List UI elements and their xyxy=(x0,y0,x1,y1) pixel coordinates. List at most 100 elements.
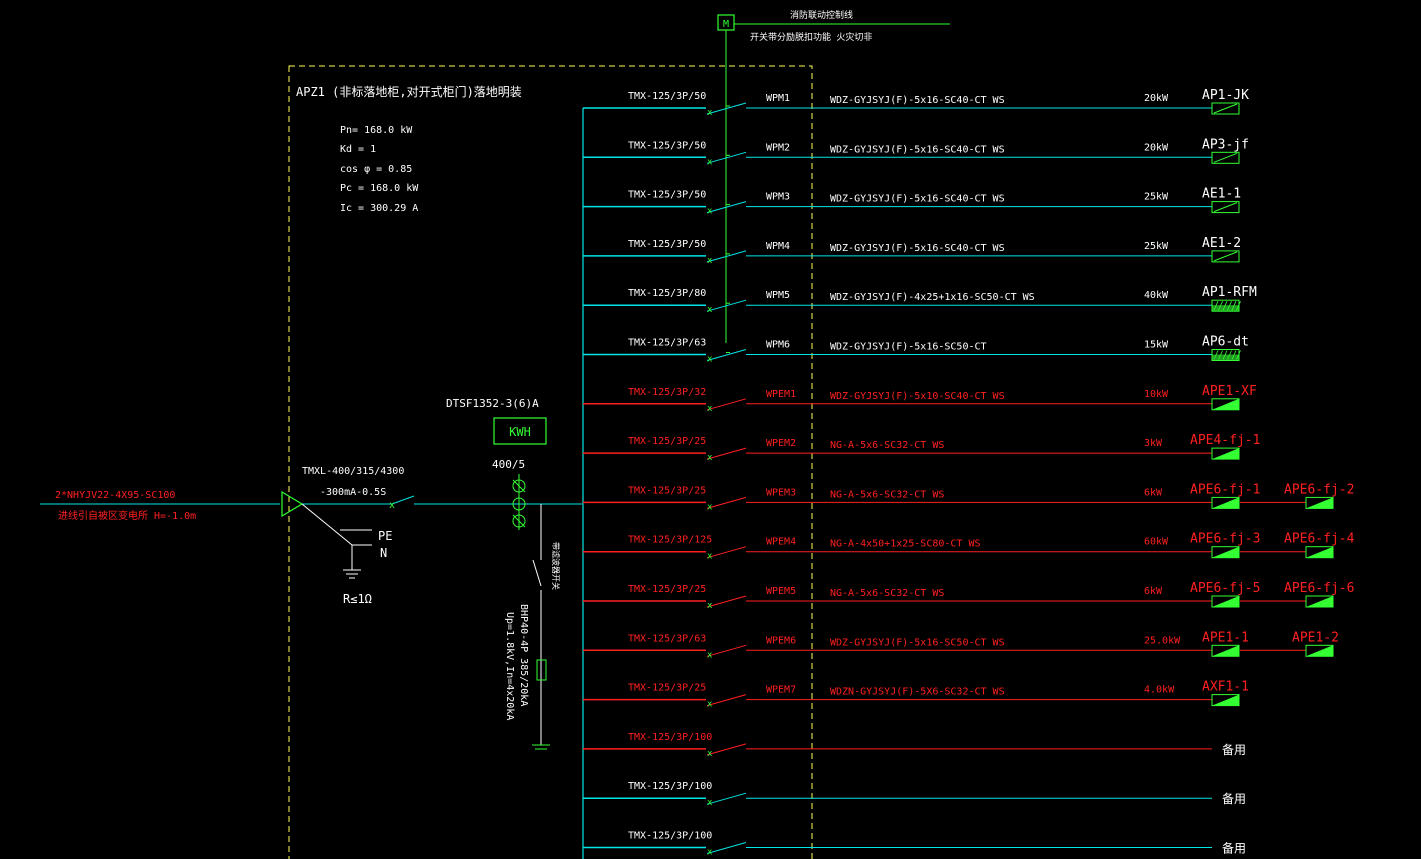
breaker-label: TMX-125/3P/100 xyxy=(628,732,712,743)
breaker-x-mark: x xyxy=(707,305,713,315)
circuit-load: 25kW xyxy=(1144,241,1169,252)
box-diagonal-icon xyxy=(1213,103,1238,114)
target-panel-label: APE6-fj-5 xyxy=(1190,581,1260,596)
main-breaker-x: x xyxy=(389,500,395,511)
target-panel-label: APE4-fj-1 xyxy=(1190,433,1260,448)
circuit-id: WPM6 xyxy=(766,340,790,351)
target-panel-label: APE6-fj-2 xyxy=(1284,482,1354,497)
breaker-label: TMX-125/3P/125 xyxy=(628,535,712,546)
control-line-label: 消防联动控制线 xyxy=(790,9,853,21)
hatched-box-fill-icon xyxy=(1212,305,1239,312)
circuit-load: 10kW xyxy=(1144,389,1169,400)
breaker-switch xyxy=(706,398,747,411)
fire-box-fill-icon xyxy=(1212,497,1239,509)
breaker-switch xyxy=(706,644,747,657)
pe-n-branch xyxy=(301,503,353,546)
breaker-switch xyxy=(706,447,747,460)
breaker-x-mark: x xyxy=(707,552,713,562)
spare-label: 备用 xyxy=(1222,743,1246,757)
current-transformer-icon xyxy=(512,474,526,530)
fire-box-fill-icon xyxy=(1212,398,1239,410)
circuit-id: WPM4 xyxy=(766,241,790,252)
breaker-label: TMX-125/3P/100 xyxy=(628,831,712,842)
main-breaker-model: TMXL-400/315/4300 xyxy=(302,466,404,477)
breaker-x-mark: x xyxy=(707,650,713,660)
cable-spec: WDZ-GYJSYJ(F)-5x16-SC40-CT WS xyxy=(830,243,1005,254)
outgoing-circuits: TMX-125/3P/50xWPM1 WDZ-GYJSYJ(F)-5x16-SC4… xyxy=(583,88,1355,858)
breaker-x-mark: x xyxy=(707,108,713,118)
breaker-x-mark: x xyxy=(707,256,713,266)
breaker-label: TMX-125/3P/25 xyxy=(628,436,706,447)
breaker-label: TMX-125/3P/80 xyxy=(628,288,706,299)
param-kd: Kd = 1 xyxy=(340,144,376,155)
target-panel-label: APE6-fj-6 xyxy=(1284,581,1354,596)
cable-spec: NG-A-5x6-SC32-CT WS xyxy=(830,489,944,500)
circuit-id: WPM3 xyxy=(766,192,790,203)
breaker-x-mark: x xyxy=(707,848,713,858)
spd-params: Up=1.8kV,In=4x20kA xyxy=(504,612,515,720)
incoming-arrow-icon xyxy=(281,490,304,518)
circuit-id: WPEM7 xyxy=(766,685,796,696)
param-ic: Ic = 300.29 A xyxy=(340,203,418,214)
target-panel-label: AP1-RFM xyxy=(1202,285,1257,300)
fire-box-fill-icon xyxy=(1306,497,1333,509)
target-panel-label: AP1-JK xyxy=(1202,88,1249,103)
ct-ratio: 400/5 xyxy=(492,458,525,471)
breaker-x-mark: x xyxy=(707,749,713,759)
breaker-switch xyxy=(706,694,747,707)
circuit-id: WPEM2 xyxy=(766,438,796,449)
circuit-load: 6kW xyxy=(1144,487,1163,498)
circuit-load: 4.0kW xyxy=(1144,685,1175,696)
circuit-load: 3kW xyxy=(1144,438,1163,449)
breaker-label: TMX-125/3P/100 xyxy=(628,781,712,792)
incoming-note: 进线引自被区变电所 H=-1.0m xyxy=(58,509,196,522)
target-panel-label: AP3-jf xyxy=(1202,137,1249,152)
circuit-load: 40kW xyxy=(1144,290,1169,301)
box-diagonal-icon xyxy=(1213,152,1238,163)
breaker-label: TMX-125/3P/25 xyxy=(628,683,706,694)
param-pn: Pn= 168.0 kW xyxy=(340,125,413,136)
fire-box-fill-icon xyxy=(1306,546,1333,558)
target-panel-label: APE1-1 xyxy=(1202,630,1249,645)
incoming-feeder: 2*NHYJV22-4X95-SC100 进线引自被区变电所 H=-1.0m P… xyxy=(40,397,582,750)
spd-switch xyxy=(532,559,542,587)
breaker-label: TMX-125/3P/63 xyxy=(628,633,706,644)
circuit-load: 20kW xyxy=(1144,93,1169,104)
pe-label: PE xyxy=(378,529,392,543)
control-function-label: 开关带分励脱扣功能 火灾切非 xyxy=(750,31,872,43)
breaker-x-mark: x xyxy=(707,700,713,710)
breaker-label: TMX-125/3P/50 xyxy=(628,91,706,102)
fire-box-fill-icon xyxy=(1212,448,1239,460)
circuit-load: 15kW xyxy=(1144,340,1169,351)
breaker-switch xyxy=(706,349,747,361)
fire-box-fill-icon xyxy=(1306,645,1333,657)
fire-box-fill-icon xyxy=(1212,645,1239,657)
breaker-x-mark: x xyxy=(707,453,713,463)
panel-title: APZ1 (非标落地柜,对开式柜门)落地明装 xyxy=(296,84,522,99)
main-breaker-switch xyxy=(391,495,415,505)
circuit-id: WPEM3 xyxy=(766,487,796,498)
param-cos: cos φ = 0.85 xyxy=(340,164,412,175)
breaker-label: TMX-125/3P/50 xyxy=(628,190,706,201)
cable-spec: WDZ-GYJSYJ(F)-5x16-SC40-CT WS xyxy=(830,95,1005,106)
breaker-x-mark: x xyxy=(707,601,713,611)
fire-box-fill-icon xyxy=(1212,694,1239,706)
circuit-load: 20kW xyxy=(1144,142,1169,153)
fire-box-fill-icon xyxy=(1212,596,1239,607)
fire-box-fill-icon xyxy=(1212,546,1239,558)
circuit-load: 25.0kW xyxy=(1144,635,1181,646)
kwh-meter-label: KWH xyxy=(509,425,531,439)
target-panel-label: APE6-fj-4 xyxy=(1284,532,1355,547)
single-line-diagram: M 消防联动控制线 开关带分励脱扣功能 火灾切非 APZ1 (非标落地柜,对开式… xyxy=(40,9,1355,859)
main-breaker-rcd: -300mA-0.5S xyxy=(320,487,386,498)
param-pc: Pc = 168.0 kW xyxy=(340,183,419,194)
target-panel-label: APE1-2 xyxy=(1292,630,1339,645)
circuit-load: 25kW xyxy=(1144,192,1169,203)
circuit-id: WPM5 xyxy=(766,290,790,301)
breaker-x-mark: x xyxy=(707,157,713,167)
cable-spec: WDZ-GYJSYJ(F)-5x16-SC40-CT WS xyxy=(830,144,1005,155)
fire-box-fill-icon xyxy=(1306,596,1333,607)
cable-spec: WDZ-GYJSYJ(F)-5x16-SC50-CT xyxy=(830,342,987,353)
spare-label: 备用 xyxy=(1222,792,1246,806)
target-panel-label: AE1-1 xyxy=(1202,187,1241,202)
